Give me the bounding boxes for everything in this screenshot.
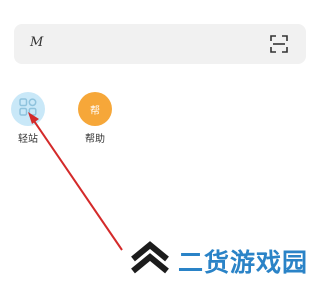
watermark-text: 二货游戏园 xyxy=(178,248,309,277)
shortcut-label-qingzhan: 轻站 xyxy=(18,134,38,145)
scan-icon[interactable] xyxy=(270,35,288,53)
search-bar[interactable]: M xyxy=(14,24,306,64)
qingzhan-circle[interactable] xyxy=(11,92,45,126)
grid-apps-icon xyxy=(19,98,37,120)
watermark-logo-icon xyxy=(128,240,172,276)
help-glyph-icon: 帮 xyxy=(90,105,100,117)
shortcut-qingzhan[interactable]: 轻站 xyxy=(6,92,50,145)
shortcut-help[interactable]: 帮 帮助 xyxy=(73,92,117,145)
search-input-text[interactable]: M xyxy=(30,35,43,50)
help-circle[interactable]: 帮 xyxy=(78,92,112,126)
shortcut-label-help: 帮助 xyxy=(85,134,105,145)
